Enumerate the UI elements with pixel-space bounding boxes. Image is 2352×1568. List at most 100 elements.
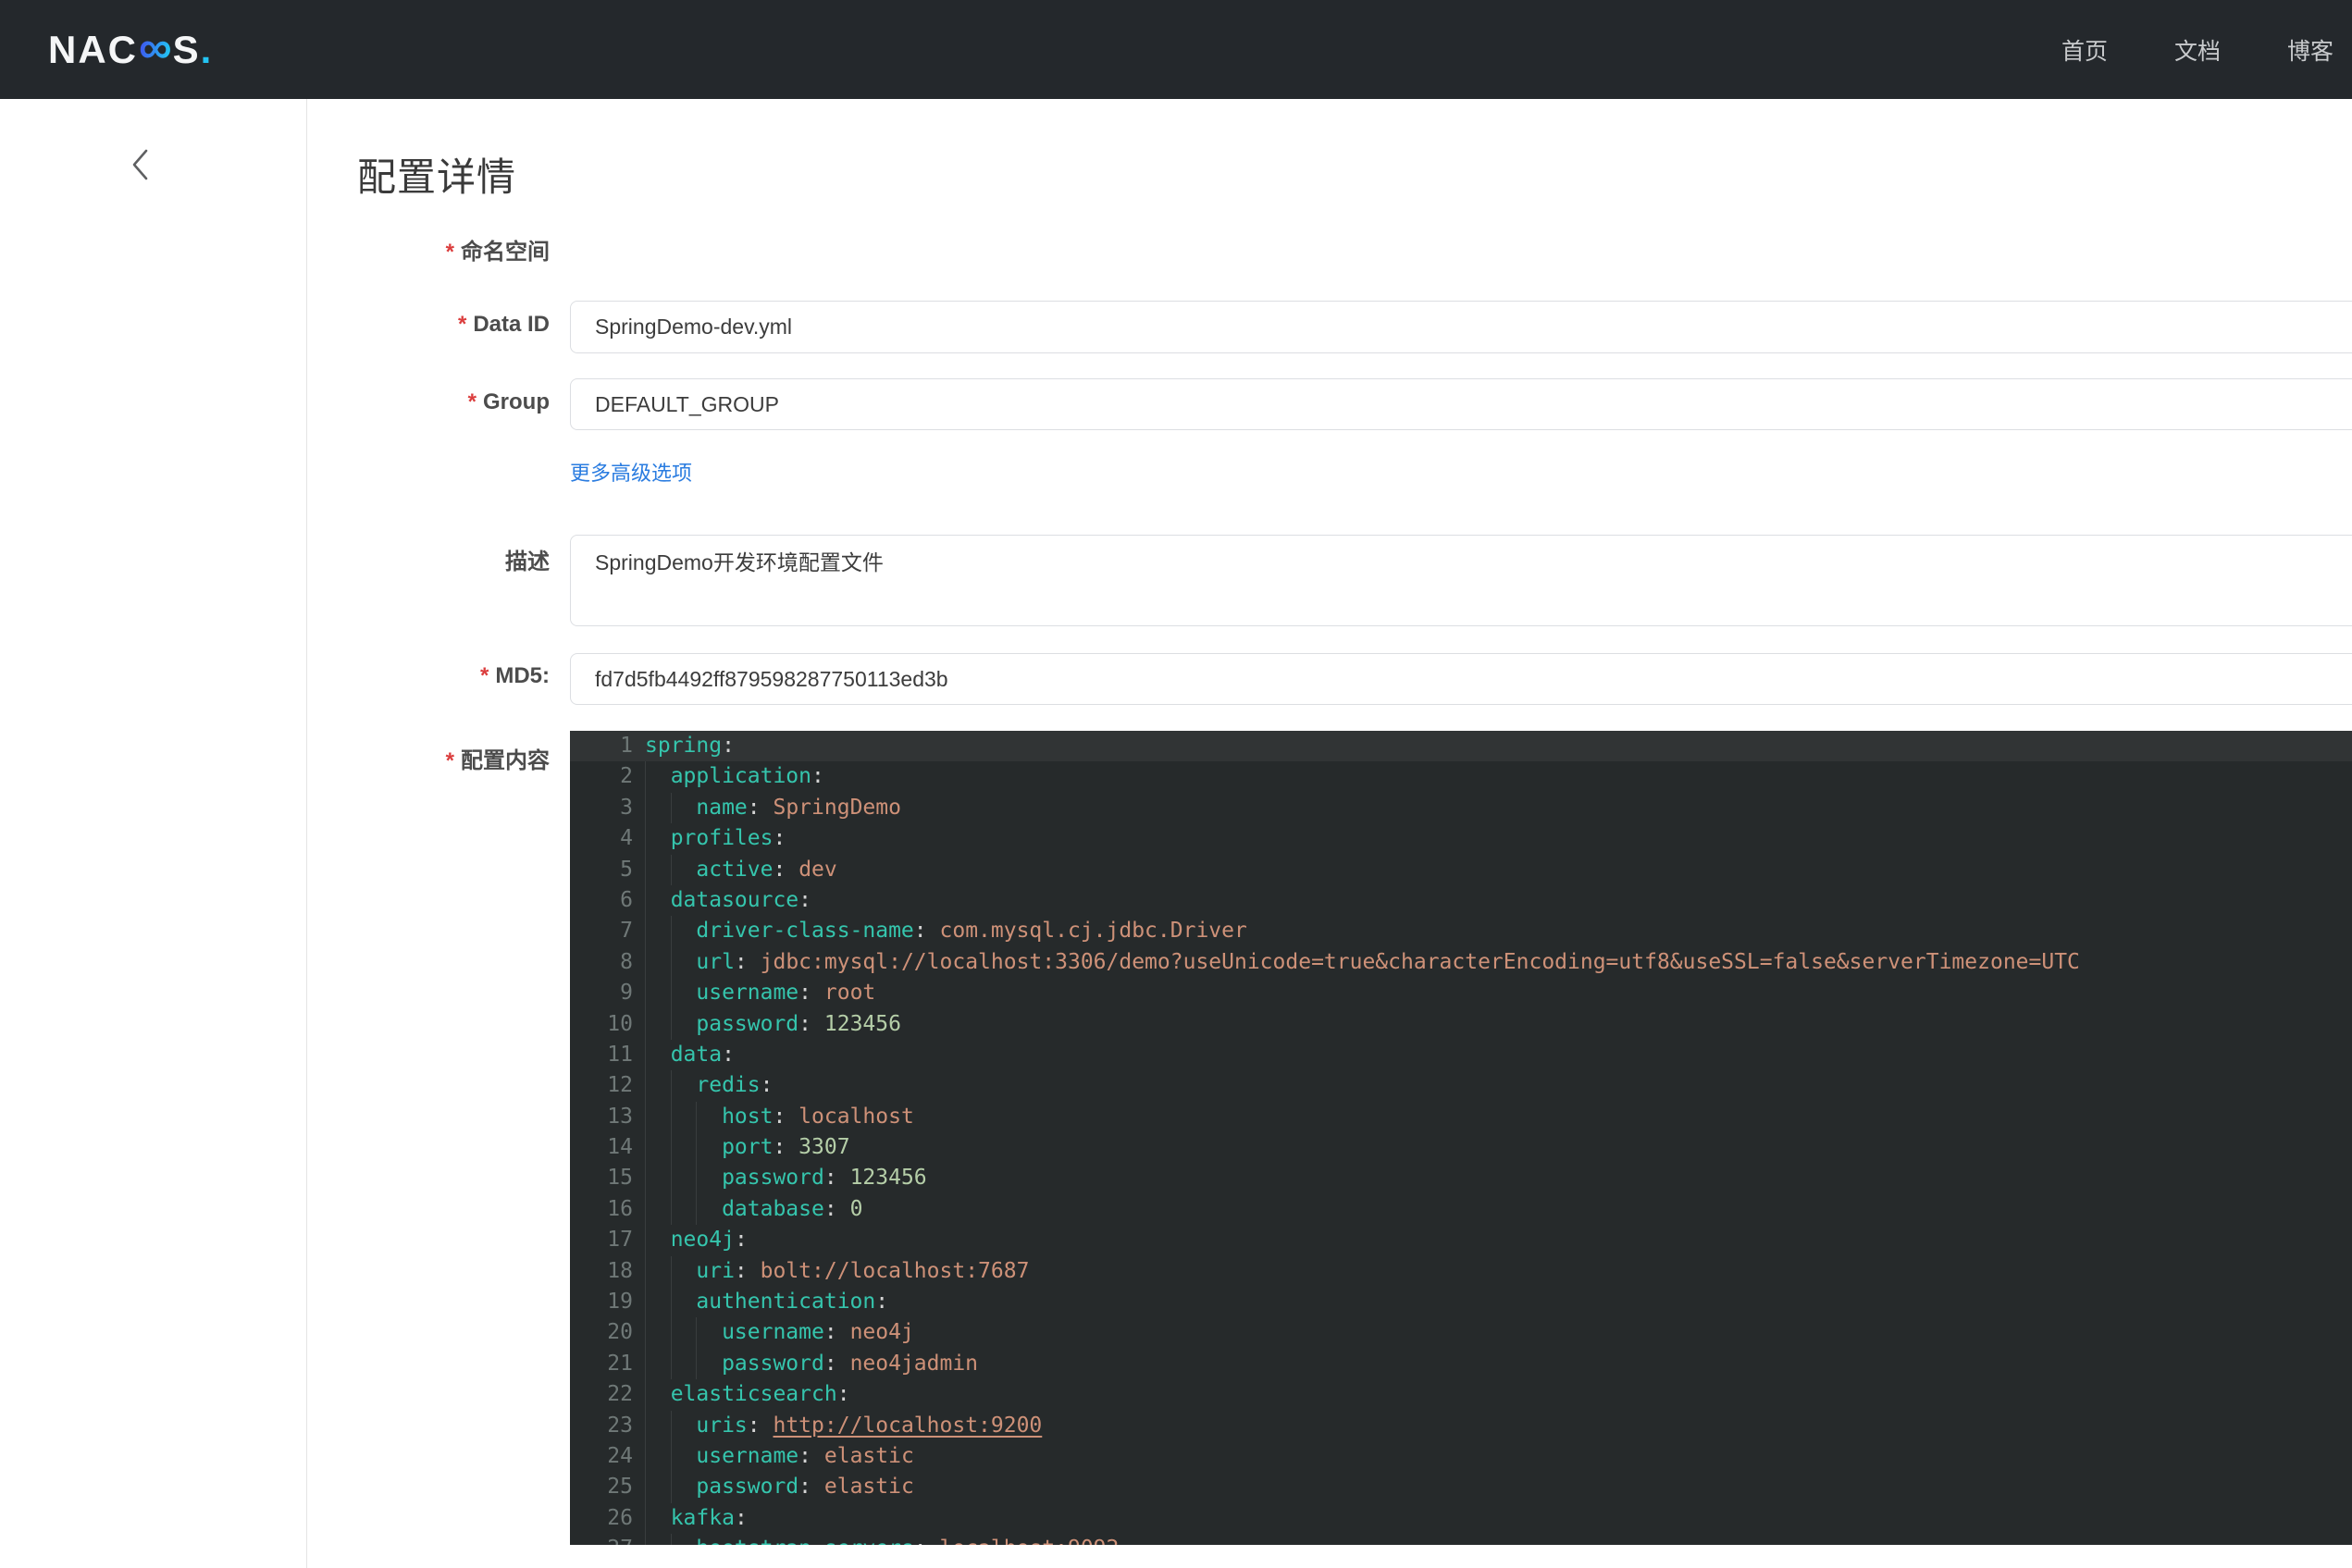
line-number: 18 (570, 1256, 645, 1287)
code-line[interactable]: 22elasticsearch: (570, 1379, 2352, 1410)
yaml-key: password (722, 1352, 824, 1376)
sidebar-collapse-button[interactable] (130, 147, 152, 182)
indent-guide (645, 1102, 671, 1132)
yaml-colon: : (798, 1475, 811, 1499)
yaml-key: data (671, 1043, 722, 1067)
nav-item-docs[interactable]: 文档 (2174, 33, 2221, 67)
indent-guide (671, 1317, 697, 1348)
code-line[interactable]: 10password: 123456 (570, 1009, 2352, 1040)
code-line[interactable]: 8url: jdbc:mysql://localhost:3306/demo?u… (570, 947, 2352, 978)
indent-guide (645, 793, 671, 823)
yaml-key: profiles (671, 826, 774, 850)
yaml-colon: : (824, 1352, 837, 1376)
code-line[interactable]: 18uri: bolt://localhost:7687 (570, 1256, 2352, 1287)
line-number: 12 (570, 1070, 645, 1101)
line-number: 24 (570, 1441, 645, 1472)
code-line[interactable]: 19authentication: (570, 1287, 2352, 1317)
indent-guide (645, 1317, 671, 1348)
nacos-config-detail-page: NAC∞S. 首页 文档 博客 配置详情 *命名空间 *Data ID *Gro… (0, 0, 2352, 1568)
logo-dot: . (201, 28, 212, 72)
code-line[interactable]: 15password: 123456 (570, 1163, 2352, 1193)
code-line[interactable]: 4 profiles: (570, 823, 2352, 854)
yaml-key: active (696, 858, 773, 882)
code-line[interactable]: 24username: elastic (570, 1441, 2352, 1472)
yaml-key: datasource (671, 888, 798, 912)
indent-guide (671, 916, 697, 946)
namespace-label: *命名空间 (93, 233, 550, 265)
indent-guide (671, 1534, 697, 1545)
group-input[interactable] (570, 378, 2352, 430)
indent-guide (645, 1194, 671, 1225)
yaml-key: port (722, 1135, 773, 1159)
code-line[interactable]: 12redis: (570, 1070, 2352, 1101)
yaml-colon: : (798, 1444, 811, 1468)
code-line[interactable]: 1spring: (570, 731, 2352, 761)
yaml-key: password (722, 1166, 824, 1190)
data-id-input[interactable] (570, 301, 2352, 353)
code-line[interactable]: 14port: 3307 (570, 1132, 2352, 1163)
md5-label: *MD5: (93, 663, 550, 689)
indent-guide (696, 1102, 722, 1132)
more-advanced-options-link[interactable]: 更多高级选项 (570, 457, 692, 487)
yaml-key: username (722, 1320, 824, 1344)
indent-guide (645, 1009, 671, 1040)
line-number: 19 (570, 1287, 645, 1317)
config-content-label: *配置内容 (93, 742, 550, 774)
indent-guide (645, 916, 671, 946)
yaml-colon: : (798, 981, 811, 1005)
yaml-value: dev (798, 858, 837, 882)
code-line[interactable]: 13host: localhost (570, 1102, 2352, 1132)
indent-guide (645, 1472, 671, 1502)
required-asterisk: * (480, 663, 489, 688)
code-line[interactable]: 5active: dev (570, 855, 2352, 885)
code-line[interactable]: 6datasource: (570, 885, 2352, 916)
line-number: 3 (570, 793, 645, 823)
yaml-value-link[interactable]: http://localhost:9200 (773, 1414, 1042, 1438)
line-number: 4 (570, 823, 645, 854)
yaml-colon: : (773, 826, 786, 850)
yaml-colon: : (748, 1414, 761, 1438)
yaml-value: 3307 (798, 1135, 849, 1159)
indent-guide (671, 1441, 697, 1472)
code-line[interactable]: 26kafka: (570, 1503, 2352, 1534)
indent-guide (645, 1534, 671, 1545)
code-line[interactable]: 3name: SpringDemo (570, 793, 2352, 823)
indent-guide (645, 885, 671, 916)
nav-item-home[interactable]: 首页 (2061, 33, 2108, 67)
nacos-logo[interactable]: NAC∞S. (48, 0, 211, 99)
code-line[interactable]: 23uris: http://localhost:9200 (570, 1411, 2352, 1441)
yaml-key: driver-class-name (696, 919, 913, 943)
code-line[interactable]: 7driver-class-name: com.mysql.cj.jdbc.Dr… (570, 916, 2352, 946)
line-number: 26 (570, 1503, 645, 1534)
yaml-key: url (696, 950, 735, 974)
yaml-colon: : (735, 950, 748, 974)
code-line[interactable]: 27bootstrap-servers: localhost:9092 (570, 1534, 2352, 1545)
line-number: 2 (570, 761, 645, 792)
indent-guide (671, 1287, 697, 1317)
description-textarea[interactable]: SpringDemo开发环境配置文件 (570, 535, 2352, 626)
data-id-label: *Data ID (93, 312, 550, 338)
code-line[interactable]: 9username: root (570, 978, 2352, 1008)
code-line[interactable]: 2application: (570, 761, 2352, 792)
code-line[interactable]: 25password: elastic (570, 1472, 2352, 1502)
nav-item-blog[interactable]: 博客 (2287, 33, 2333, 67)
code-line[interactable]: 17neo4j: (570, 1225, 2352, 1255)
yaml-key: uris (696, 1414, 747, 1438)
md5-input[interactable] (570, 653, 2352, 705)
code-line[interactable]: 16database: 0 (570, 1194, 2352, 1225)
indent-guide (696, 1317, 722, 1348)
indent-guide (671, 1194, 697, 1225)
config-content-editor[interactable]: 1spring:2application:3name: SpringDemo4 p… (570, 731, 2352, 1545)
indent-guide (671, 1349, 697, 1379)
line-number: 15 (570, 1163, 645, 1193)
code-line[interactable]: 20username: neo4j (570, 1317, 2352, 1348)
yaml-key: spring (645, 734, 722, 758)
code-line[interactable]: 11data: (570, 1040, 2352, 1070)
indent-guide (645, 1503, 671, 1534)
logo-text-prefix: NAC (48, 28, 138, 72)
line-number: 17 (570, 1225, 645, 1255)
yaml-colon: : (735, 1259, 748, 1283)
yaml-colon: : (773, 1135, 786, 1159)
code-line[interactable]: 21password: neo4jadmin (570, 1349, 2352, 1379)
indent-guide (645, 761, 671, 792)
